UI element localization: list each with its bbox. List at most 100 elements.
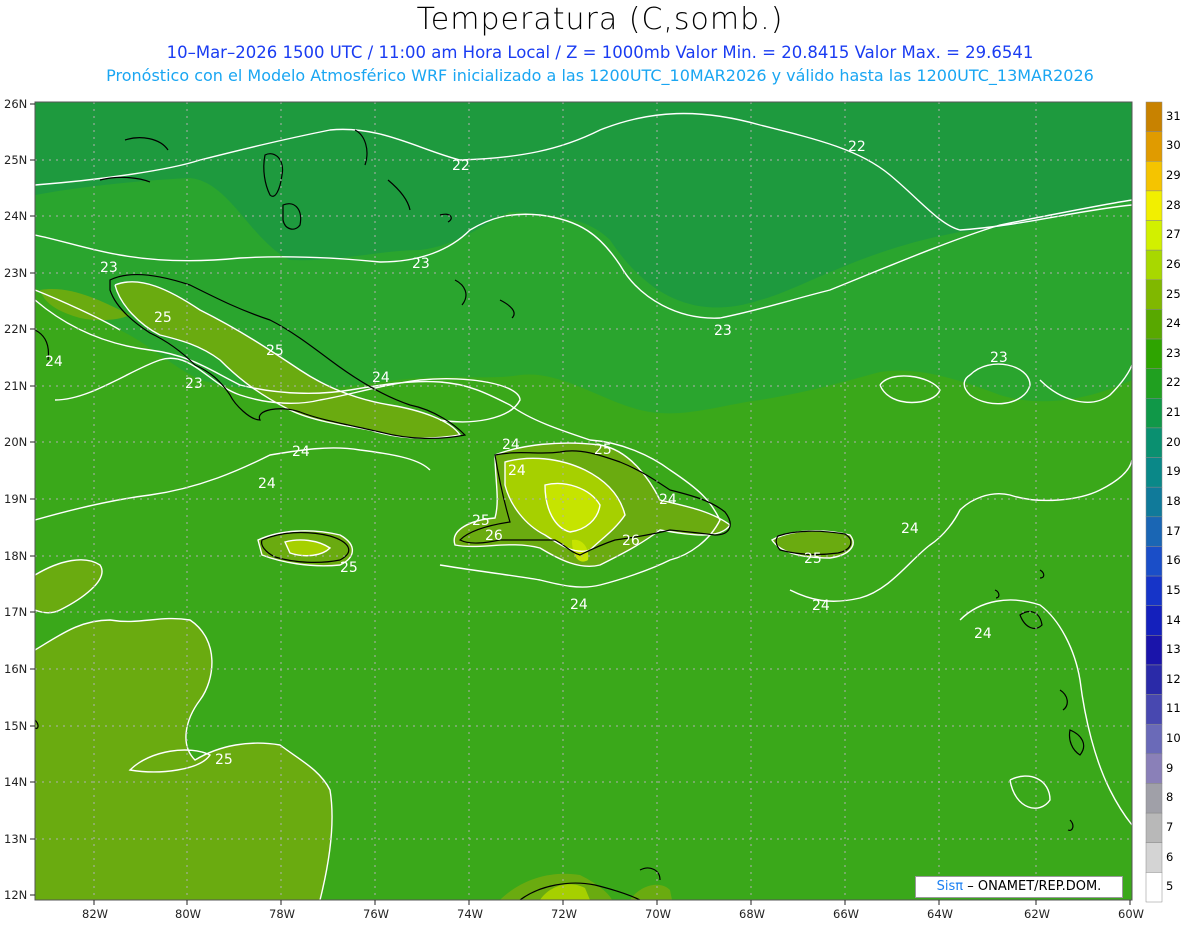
colorbar-label-5: 5 (1166, 879, 1174, 894)
lon-label-68w: 68W (739, 907, 766, 921)
credit-brand: Sisπ (936, 879, 964, 894)
contour-label-23-east: 23 (990, 350, 1008, 366)
colorbar-swatch-21 (1145, 398, 1163, 429)
colorbar-swatch-15 (1145, 575, 1163, 606)
colorbar-label-21: 21 (1166, 405, 1181, 420)
contour-label-25-hispaniola-n: 25 (594, 442, 612, 458)
colorbar-label-22: 22 (1166, 375, 1181, 390)
colorbar-label-27: 27 (1166, 227, 1181, 242)
contour-label-24-dr-east: 24 (659, 492, 677, 508)
colorbar-label-19: 19 (1166, 464, 1181, 479)
contour-label-25-pr: 25 (804, 551, 822, 567)
lon-label-72w: 72W (551, 907, 578, 921)
colorbar-swatch-14 (1145, 605, 1163, 636)
colorbar-swatch-17 (1145, 516, 1163, 547)
lat-label-25n: 25N (4, 153, 28, 167)
credit-text: – ONAMET/REP.DOM. (967, 879, 1102, 894)
colorbar-label-25: 25 (1166, 286, 1181, 301)
colorbar-label-29: 29 (1166, 168, 1181, 183)
lat-label-21n: 21N (4, 379, 28, 393)
lat-label-12n: 12N (4, 888, 28, 902)
colorbar-label-8: 8 (1166, 790, 1174, 805)
colorbar-label-11: 11 (1166, 701, 1181, 716)
lat-label-24n: 24N (4, 209, 28, 223)
colorbar-label-20: 20 (1166, 434, 1181, 449)
lon-label-66w: 66W (833, 907, 860, 921)
credit-box: Sisπ – ONAMET/REP.DOM. (915, 876, 1123, 898)
contour-label-25-cuba-w: 25 (154, 310, 172, 326)
lon-label-82w: 82W (82, 907, 109, 921)
colorbar-swatch-10 (1145, 723, 1163, 755)
contour-label-24-south-pr2: 24 (812, 598, 830, 614)
colorbar-swatch-30 (1145, 131, 1163, 162)
contour-label-24-lesser-antilles: 24 (974, 626, 992, 642)
contour-label-24-caribbean-w: 24 (292, 444, 310, 460)
colorbar-swatch-25 (1145, 279, 1163, 310)
contour-label-25-haiti-sw: 25 (472, 513, 490, 529)
contour-label-24-haiti-n: 24 (502, 437, 520, 453)
temperature-map: 22 22 23 23 23 23 23 24 24 24 24 24 24 2… (30, 101, 1163, 905)
contour-label-24-south-pr: 24 (570, 597, 588, 613)
contour-label-24-hispaniola-w: 24 (508, 463, 526, 479)
contour-label-24-yucatan: 24 (45, 354, 63, 370)
colorbar-label-13: 13 (1166, 642, 1181, 657)
colorbar-label-26: 26 (1166, 256, 1181, 271)
colorbar-label-15: 15 (1166, 582, 1181, 597)
colorbar-label-7: 7 (1166, 819, 1174, 834)
lat-label-14n: 14N (4, 775, 28, 789)
colorbar-label-6: 6 (1166, 849, 1174, 864)
contour-label-22-east: 22 (848, 139, 866, 155)
lat-label-20n: 20N (4, 435, 28, 449)
colorbar-swatch-24 (1145, 309, 1163, 340)
contour-label-26-dr: 26 (622, 533, 640, 549)
lat-label-19n: 19N (4, 492, 28, 506)
colorbar-label-10: 10 (1166, 731, 1181, 746)
contour-label-25-caribbean-sw: 25 (215, 752, 233, 768)
colorbar-swatch-9 (1145, 753, 1163, 784)
contour-label-22-north: 22 (452, 158, 470, 174)
colorbar-swatch-16 (1145, 546, 1163, 577)
contour-label-25-cuba: 25 (266, 343, 284, 359)
contour-label-23-bahamas: 23 (412, 256, 430, 272)
lon-label-80w: 80W (175, 907, 202, 921)
colorbar-label-31: 31 (1166, 108, 1181, 123)
lon-label-74w: 74W (457, 907, 484, 921)
lon-label-76w: 76W (363, 907, 390, 921)
contour-label-23-central: 23 (714, 323, 732, 339)
lon-label-62w: 62W (1024, 907, 1051, 921)
colorbar-swatch-29 (1145, 161, 1163, 192)
colorbar-swatch-23 (1145, 338, 1163, 369)
colorbar-label-12: 12 (1166, 671, 1181, 686)
map-plot-area: 22 22 23 23 23 23 23 24 24 24 24 24 24 2… (35, 102, 1132, 900)
colorbar-label-18: 18 (1166, 494, 1181, 508)
colorbar-swatch-26 (1145, 249, 1163, 281)
lon-label-64w: 64W (927, 907, 954, 921)
colorbar-swatch-12 (1145, 664, 1163, 695)
lat-label-16n: 16N (4, 662, 28, 676)
colorbar-label-28: 28 (1166, 197, 1181, 212)
lat-label-18n: 18N (4, 549, 28, 563)
colorbar-swatch-18 (1145, 486, 1163, 518)
colorbar-swatch-8 (1145, 783, 1163, 814)
contour-label-26-haiti: 26 (485, 528, 503, 544)
colorbar (1145, 101, 1163, 903)
colorbar-swatch-27 (1145, 220, 1163, 251)
lat-label-23n: 23N (4, 266, 28, 280)
contour-label-24-pr-east: 24 (901, 521, 919, 537)
lon-label-60w: 60W (1118, 907, 1145, 921)
lon-label-70w: 70W (645, 907, 672, 921)
colorbar-label-14: 14 (1166, 612, 1181, 627)
colorbar-swatch-28 (1145, 190, 1163, 221)
colorbar-label-9: 9 (1166, 760, 1174, 775)
colorbar-swatch-11 (1145, 694, 1163, 725)
colorbar-label-24: 24 (1166, 316, 1181, 331)
colorbar-swatch-7 (1145, 812, 1163, 843)
contour-label-24-cuba: 24 (372, 370, 390, 386)
colorbar-swatch-20 (1145, 427, 1163, 458)
colorbar-label-17: 17 (1166, 523, 1181, 538)
colorbar-swatch-13 (1145, 635, 1163, 666)
lon-label-78w: 78W (269, 907, 296, 921)
colorbar-swatch-22 (1145, 368, 1163, 399)
contour-label-23-west: 23 (100, 260, 118, 276)
contour-label-24-south-hisp: 24 (258, 476, 276, 492)
